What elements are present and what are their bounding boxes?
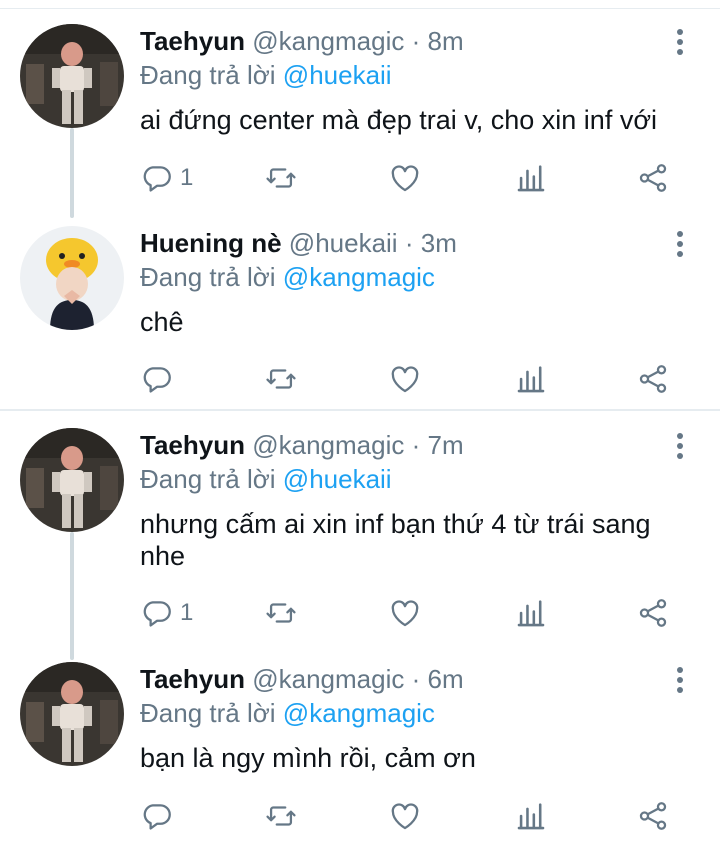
avatar[interactable]	[20, 662, 124, 766]
author-name[interactable]: Huening nè	[140, 228, 282, 258]
avatar[interactable]	[20, 428, 124, 532]
reply-context: Đang trả lời @huekaii	[140, 58, 664, 92]
retweet-button[interactable]	[264, 796, 298, 836]
thread-divider	[0, 409, 720, 411]
reply-context: Đang trả lời @huekaii	[140, 462, 664, 496]
analytics-icon	[517, 803, 545, 830]
share-icon	[639, 599, 667, 627]
top-divider	[0, 8, 720, 9]
analytics-icon	[517, 165, 545, 192]
reply-mention[interactable]: @huekaii	[283, 60, 392, 90]
retweet-icon	[266, 168, 296, 188]
tweet-text: bạn là ngy mình rồi, cảm ơn	[140, 743, 476, 773]
tweet-text: chê	[140, 307, 184, 337]
reply-button[interactable]	[140, 796, 180, 836]
more-icon[interactable]	[670, 228, 690, 258]
reply-icon	[143, 804, 171, 830]
timestamp[interactable]: 8m	[428, 26, 464, 56]
thread-connector	[70, 128, 74, 218]
reply-prefix: Đang trả lời	[140, 698, 276, 728]
tweet-actions	[140, 796, 700, 836]
like-button[interactable]	[388, 158, 422, 198]
avatar-image	[20, 662, 124, 766]
like-button[interactable]	[388, 796, 422, 836]
timestamp[interactable]: 7m	[428, 430, 464, 460]
avatar-image	[20, 226, 124, 330]
like-icon	[391, 165, 419, 192]
reply-icon	[143, 367, 171, 393]
share-icon	[639, 365, 667, 393]
separator-dot: ·	[411, 26, 421, 56]
tweet-text: nhưng cấm ai xin inf bạn thứ 4 từ trái s…	[140, 509, 651, 571]
retweet-button[interactable]	[264, 359, 298, 399]
like-icon	[391, 803, 419, 830]
share-button[interactable]	[636, 158, 670, 198]
avatar-image	[20, 24, 124, 128]
separator-dot: ·	[404, 228, 414, 258]
retweet-button[interactable]	[264, 158, 298, 198]
analytics-icon	[517, 366, 545, 393]
share-icon	[639, 802, 667, 830]
reply-count: 1	[180, 164, 194, 191]
reply-icon	[143, 166, 171, 192]
reply-count: 1	[180, 599, 194, 626]
reply-icon	[143, 601, 171, 627]
reply-mention[interactable]: @huekaii	[283, 464, 392, 494]
retweet-icon	[266, 806, 296, 826]
author-handle[interactable]: @kangmagic	[252, 26, 404, 56]
analytics-icon	[517, 600, 545, 627]
more-icon[interactable]	[670, 664, 690, 694]
separator-dot: ·	[411, 430, 421, 460]
reply-button[interactable]: 1	[140, 593, 193, 633]
tweet-actions: 1	[140, 593, 700, 633]
retweet-icon	[266, 603, 296, 623]
like-icon	[391, 600, 419, 627]
analytics-button[interactable]	[514, 796, 548, 836]
tweet-actions	[140, 359, 700, 399]
reply-context: Đang trả lời @kangmagic	[140, 260, 664, 294]
author-name[interactable]: Taehyun	[140, 430, 245, 460]
reply-mention[interactable]: @kangmagic	[283, 698, 435, 728]
timestamp[interactable]: 3m	[421, 228, 457, 258]
reply-mention[interactable]: @kangmagic	[283, 262, 435, 292]
share-icon	[639, 164, 667, 192]
like-icon	[391, 366, 419, 393]
thread-connector	[70, 532, 74, 660]
share-button[interactable]	[636, 593, 670, 633]
analytics-button[interactable]	[514, 593, 548, 633]
retweet-icon	[266, 369, 296, 389]
more-icon[interactable]	[670, 26, 690, 56]
tweet-actions: 1	[140, 158, 700, 198]
retweet-button[interactable]	[264, 593, 298, 633]
avatar-image	[20, 428, 124, 532]
like-button[interactable]	[388, 593, 422, 633]
author-name[interactable]: Taehyun	[140, 26, 245, 56]
reply-button[interactable]: 1	[140, 158, 193, 198]
reply-prefix: Đang trả lời	[140, 262, 276, 292]
reply-prefix: Đang trả lời	[140, 464, 276, 494]
separator-dot: ·	[411, 664, 421, 694]
author-handle[interactable]: @huekaii	[289, 228, 398, 258]
reply-prefix: Đang trả lời	[140, 60, 276, 90]
avatar[interactable]	[20, 226, 124, 330]
avatar[interactable]	[20, 24, 124, 128]
author-name[interactable]: Taehyun	[140, 664, 245, 694]
like-button[interactable]	[388, 359, 422, 399]
analytics-button[interactable]	[514, 158, 548, 198]
share-button[interactable]	[636, 796, 670, 836]
tweet-text: ai đứng center mà đẹp trai v, cho xin in…	[140, 105, 658, 135]
author-handle[interactable]: @kangmagic	[252, 664, 404, 694]
analytics-button[interactable]	[514, 359, 548, 399]
reply-button[interactable]	[140, 359, 180, 399]
reply-context: Đang trả lời @kangmagic	[140, 696, 664, 730]
timestamp[interactable]: 6m	[428, 664, 464, 694]
more-icon[interactable]	[670, 430, 690, 460]
share-button[interactable]	[636, 359, 670, 399]
author-handle[interactable]: @kangmagic	[252, 430, 404, 460]
